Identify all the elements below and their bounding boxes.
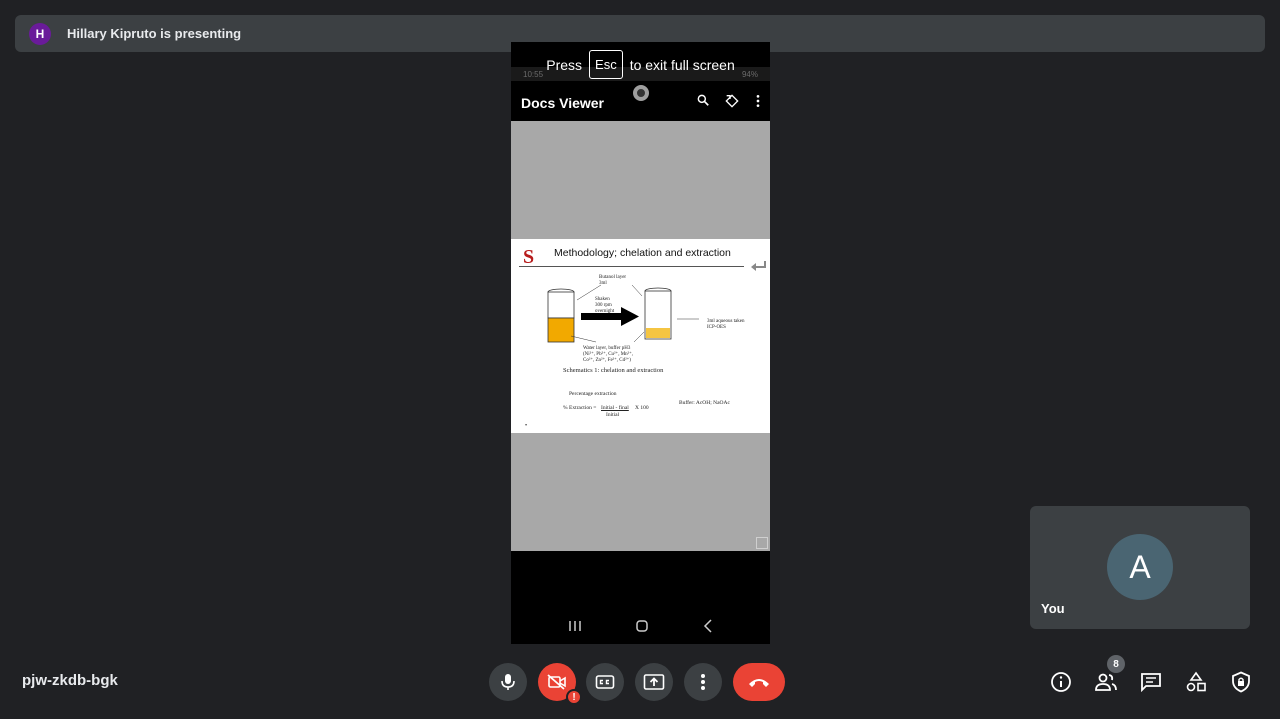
people-icon	[1095, 673, 1117, 691]
chat-icon	[1141, 673, 1161, 692]
schematic-caption: Schematics 1: chelation and extraction	[563, 367, 664, 374]
captions-icon	[595, 675, 615, 689]
captions-button[interactable]	[586, 663, 624, 701]
formula-denominator: Initial	[606, 412, 620, 418]
rotate-icon[interactable]	[724, 93, 740, 109]
more-options-button[interactable]	[684, 663, 722, 701]
formula-multiplier: X 100	[635, 405, 649, 411]
shaken-label: Shaken 300 rpm overnight	[595, 297, 615, 314]
buffer-label: Buffer: AcOH; NaOAc	[679, 400, 730, 406]
document-viewer[interactable]: S Methodology; chelation and extraction …	[511, 121, 770, 551]
activities-icon	[1186, 671, 1206, 692]
more-vert-icon[interactable]	[754, 93, 762, 109]
recents-icon[interactable]	[568, 619, 582, 637]
expand-icon[interactable]	[756, 537, 768, 549]
slide-title: Methodology; chelation and extraction	[554, 247, 731, 259]
android-nav-bar	[511, 612, 770, 644]
host-controls-button[interactable]	[1228, 669, 1254, 695]
shared-screen: 10:55 94% Press Esc to exit full screen …	[511, 42, 770, 644]
more-vert-icon	[701, 674, 705, 690]
icp-label: 3ml aqueous taken ICP-OES	[707, 319, 745, 330]
leave-call-button[interactable]	[733, 663, 785, 701]
presenter-text: Hillary Kipruto is presenting	[67, 26, 242, 41]
camera-off-icon	[547, 674, 566, 690]
organic-layer-label: Butanol layer 3ml	[599, 275, 627, 286]
camera-off-button[interactable]: !	[538, 663, 582, 705]
mic-button[interactable]	[489, 663, 527, 701]
slide-page: S Methodology; chelation and extraction …	[511, 239, 770, 433]
esc-key: Esc	[589, 50, 623, 79]
participant-count-badge: 8	[1107, 655, 1125, 673]
hang-up-icon	[749, 679, 769, 687]
chat-button[interactable]	[1138, 669, 1164, 695]
present-button[interactable]	[635, 663, 673, 701]
meeting-details-button[interactable]	[1048, 669, 1074, 695]
activities-button[interactable]	[1183, 669, 1209, 695]
search-icon[interactable]	[696, 93, 710, 109]
info-icon	[1051, 672, 1071, 692]
slide-divider	[519, 266, 744, 267]
percentage-heading: Percentage extraction	[569, 391, 617, 397]
app-title: Docs Viewer	[521, 94, 605, 111]
slide-bullet: •	[525, 423, 528, 429]
toast-suffix: to exit full screen	[629, 56, 735, 73]
return-arrow-icon	[751, 261, 766, 271]
shield-lock-icon	[1232, 671, 1250, 693]
camera-alert-badge: !	[566, 689, 582, 705]
self-video-tile[interactable]: A You	[1030, 506, 1250, 629]
formula-prefix: % Extraction =	[563, 405, 597, 411]
formula-numerator: Initial - final	[601, 405, 629, 411]
home-icon[interactable]	[635, 619, 649, 638]
extraction-schematic	[547, 284, 699, 343]
toast-press: Press	[546, 56, 583, 73]
loading-spinner	[633, 85, 649, 101]
self-avatar: A	[1107, 534, 1173, 600]
meeting-code: pjw-zkdb-bgk	[22, 672, 118, 689]
self-label: You	[1041, 601, 1065, 616]
back-icon[interactable]	[702, 618, 714, 638]
water-layer-label: Water layer, buffer pH3 (Ni²⁺, Pb²⁺, Cu²…	[583, 346, 634, 363]
presenter-avatar: H	[29, 22, 51, 45]
fullscreen-toast: Press Esc to exit full screen	[511, 42, 770, 87]
mic-icon	[501, 674, 515, 690]
present-screen-icon	[643, 674, 665, 690]
